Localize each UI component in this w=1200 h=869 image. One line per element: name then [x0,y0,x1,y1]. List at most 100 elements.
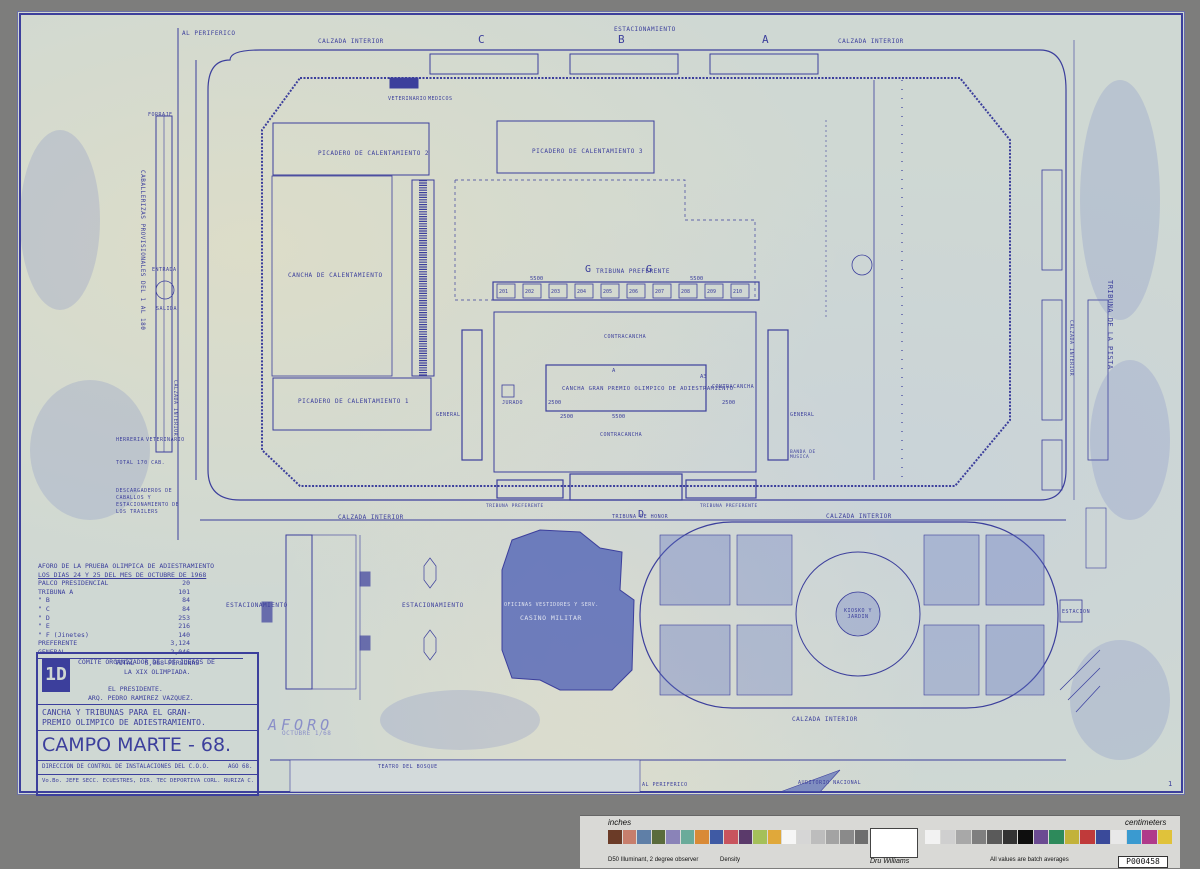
aforo-row-label: PALCO PRESIDENCIAL [38,579,109,588]
label-calzada-interior-top-right: CALZADA INTERIOR [838,38,904,45]
strip-label-inches: inches [608,818,632,827]
stand-g-box-label: 208 [681,289,690,295]
aforo-row-value: 253 [178,613,190,622]
aforo-row-value: 3,124 [170,639,190,648]
label-stand-b: B [618,33,626,46]
aforo-row-label: " B [38,596,50,605]
title-block: 1D COMITE ORGANIZADOR DE LOS JUEGOS DE L… [36,652,259,796]
label-tribuna-g-letter-left: G [585,264,592,275]
aforo-row-value: 140 [178,630,190,639]
label-calzada-interior-bottom-3: CALZADA INTERIOR [792,716,858,723]
label-caballos: TOTAL 170 CAB. [116,460,166,466]
color-swatch [1018,830,1033,844]
aforo-row: " D 253 [38,614,243,623]
color-swatch [987,830,1002,844]
aforo-dates: LOS DIAS 24 Y 25 DEL MES DE OCTUBRE DE 1… [38,570,207,579]
label-al-periferico: AL PERIFERICO [182,30,236,37]
stand-g-box-label: 202 [525,289,534,295]
title-president: EL PRESIDENTE. [108,685,163,693]
strip-footer-right: All values are batch averages [990,857,1069,863]
aforo-row-label: " E [38,622,50,631]
color-swatch [1095,830,1110,844]
aforo-row-label: PREFERENTE [38,639,78,648]
aforo-row-label: " F (Jinetes) [38,630,89,639]
stand-g-box-label: 206 [629,289,638,295]
color-swatch [1126,830,1141,844]
label-calzada-interior-right: CALZADA INTERIOR [1068,320,1074,377]
label-corner-number: 1 [1168,780,1173,788]
label-aforo-date: OCTUBRE 1/68 [282,730,332,737]
color-swatch [840,830,854,844]
aforo-row: " E 216 [38,622,243,631]
label-calzada-interior-bottom-1: CALZADA INTERIOR [338,514,404,521]
svg-text:2500: 2500 [548,400,561,406]
label-jurado: JURADO [502,400,524,406]
title-org-line1: COMITE ORGANIZADOR DE LOS JUEGOS DE [78,658,215,666]
color-calibration-strip: inches centimeters D50 Illuminant, 2 deg… [580,815,1180,868]
aforo-row-value: 101 [178,587,190,596]
catalog-id: P000458 [1118,856,1168,868]
color-swatch [753,830,767,844]
stand-g-box-label: 207 [655,289,664,295]
aforo-row-value: 84 [182,604,190,613]
svg-text:2500: 2500 [560,414,573,420]
color-swatch [971,830,986,844]
label-salida: SALIDA [156,306,178,312]
label-tribuna-vista: TRIBUNA DE LA PISTA [1106,280,1114,370]
stand-g-box-label: 201 [499,289,508,295]
aforo-row: " F (Jinetes) 140 [38,631,243,640]
label-tribuna-g-letter-right: G [646,264,653,275]
aforo-heading: AFORO DE LA PRUEBA OLIMPICA DE ADIESTRAM… [38,562,215,570]
color-swatch [680,830,694,844]
title-divider-1 [38,704,257,705]
aforo-row-label: " D [38,613,50,622]
label-tribuna-preferente: TRIBUNA PREFERENTE [596,268,671,275]
label-calzada-interior-left: CALZADA INTERIOR [172,380,178,437]
aforo-row-value: 84 [182,596,190,605]
label-stand-c: C [478,33,486,46]
label-oficinas: OFICINAS VESTIDORES Y SERV. [504,602,599,608]
color-swatch [1142,830,1157,844]
label-cancha-main: CANCHA GRAN PREMIO OLIMPICO DE ADIESTRAM… [562,386,734,392]
title-project-1: CANCHA Y TRIBUNAS PARA EL GRAN- [42,708,192,717]
label-stand-a: A [762,33,770,46]
label-banda: BANDA DE MUSICA [790,450,816,460]
color-swatch [796,830,810,844]
svg-text:5500: 5500 [690,276,703,282]
title-divider-2 [38,730,257,731]
color-swatch [1064,830,1079,844]
label-contracancha-top: CONTRACANCHA [604,334,647,340]
strip-label-cm: centimeters [1125,818,1167,827]
aforo-row-label: TRIBUNA A [38,587,74,596]
color-swatch [1033,830,1048,844]
resolution-target [870,828,918,858]
strip-footer-mid: Density [720,857,741,863]
color-swatch [1002,830,1017,844]
color-swatch [925,830,940,844]
title-org-line2: LA XIX OLIMPIADA. [124,668,191,676]
label-auditorio: AUDITORIO NACIONAL [798,780,862,786]
label-veterinario: VETERINARIO [388,96,427,102]
color-swatch [738,830,752,844]
svg-text:A: A [612,368,616,374]
color-swatch [825,830,839,844]
label-al-reforma: AL PERIFERICO [642,782,688,788]
label-caballerizas: CABALLERIZAS PROVISIONALES DEL 1 AL 180 [139,170,146,331]
color-swatch [811,830,825,844]
label-general-right: GENERAL [790,412,815,418]
strip-footer-left: D50 Illuminant, 2 degree observer [608,857,699,863]
aforo-rows: PALCO PRESIDENCIAL 20 TRIBUNA A 101 " B 84 " C… [38,579,243,656]
color-swatch [622,830,636,844]
color-swatch [666,830,680,844]
svg-text:5500: 5500 [530,276,543,282]
label-picadero-3: PICADERO DE CALENTAMIENTO 3 [532,148,644,155]
aforo-row-label: " C [38,604,50,613]
label-estacionamiento-2: ESTACIONAMIENTO [402,602,464,609]
color-swatch [651,830,665,844]
label-tribuna-pref-left: TRIBUNA PREFERENTE [486,504,544,509]
stand-g-box-label: 205 [603,289,612,295]
color-swatch [1157,830,1172,844]
color-swatch [608,830,622,844]
label-estacionamiento-top: ESTACIONAMIENTO [614,26,676,33]
stand-g-box-label: 203 [551,289,560,295]
